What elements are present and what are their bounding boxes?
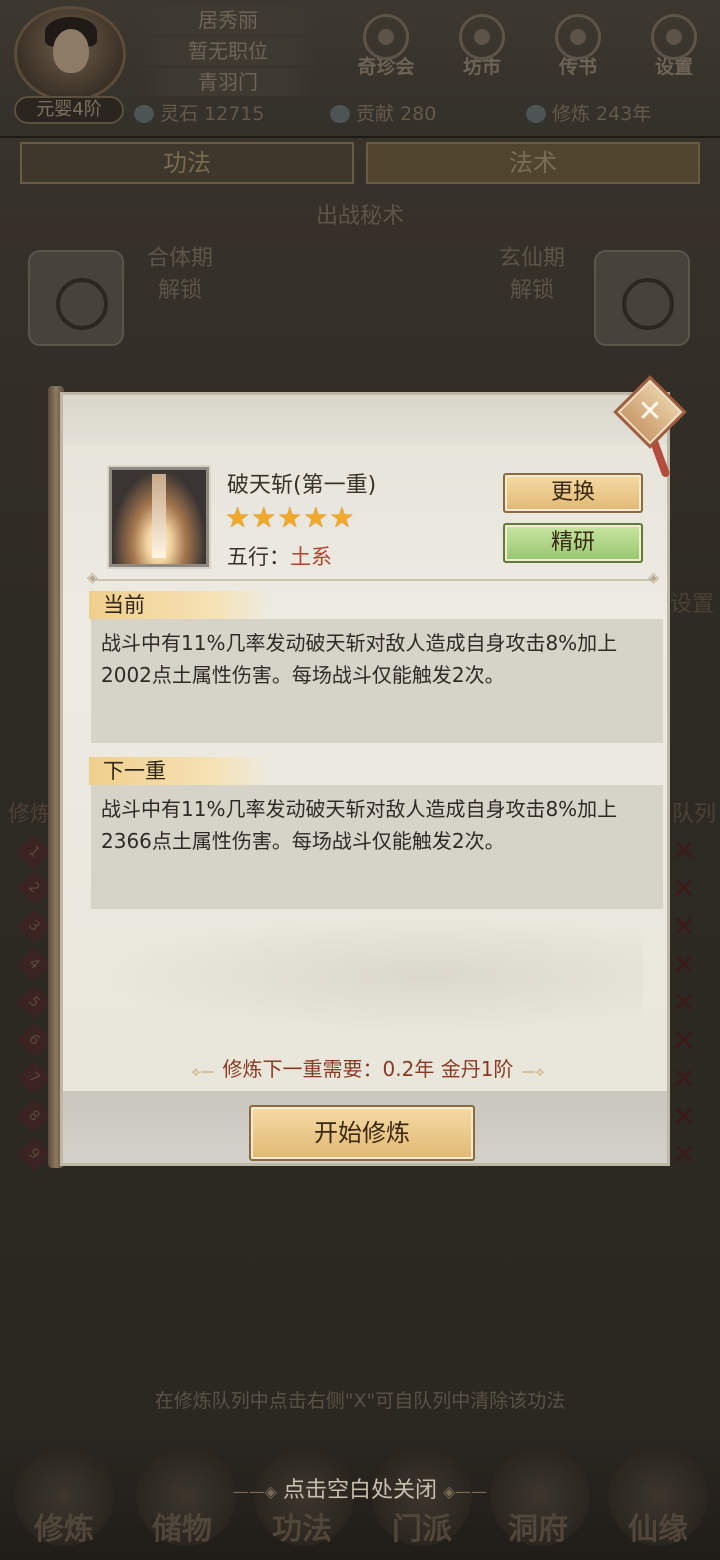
market-icon bbox=[459, 14, 505, 60]
battle-section-title: 出战秘术 bbox=[315, 204, 404, 229]
queue-remove-icon[interactable]: ✕ bbox=[672, 1027, 698, 1055]
close-hint[interactable]: ——◈ 点击空白处关闭 ◈—— bbox=[0, 1472, 720, 1504]
next-section-title: 下一重 bbox=[89, 757, 269, 785]
player-sect: 青羽门 bbox=[138, 68, 318, 96]
slot-1-stage: 合体期 bbox=[146, 246, 213, 271]
treasure-button[interactable]: 奇珍会 bbox=[350, 14, 422, 86]
queue-number: 8 bbox=[17, 1099, 51, 1133]
element-row: 五行：土系 bbox=[227, 541, 332, 571]
paper-top-band bbox=[63, 395, 667, 445]
queue-remove-icon[interactable]: ✕ bbox=[672, 989, 698, 1017]
letter-button[interactable]: 传书 bbox=[542, 14, 614, 86]
nav-label: 洞府 bbox=[508, 1512, 568, 1547]
skill-detail-modal: 破天斩(第一重) ★★★★★ 五行：土系 更换 精研 当前 战斗中有11%几率发… bbox=[48, 375, 687, 1168]
element-label: 五行： bbox=[227, 545, 290, 569]
ornament-icon: ——◈ bbox=[232, 1482, 277, 1501]
queue-number: 5 bbox=[17, 985, 51, 1019]
nav-label: 修炼 bbox=[34, 1512, 94, 1547]
queue-remove-icon[interactable]: ✕ bbox=[672, 951, 698, 979]
nav-label: 仙缘 bbox=[628, 1512, 688, 1547]
ornament-icon: —⟡ bbox=[521, 1064, 545, 1080]
cultivation-stat: 修炼 243年 bbox=[526, 100, 651, 128]
slot-2-stage: 玄仙期 bbox=[498, 246, 565, 271]
letter-icon bbox=[555, 14, 601, 60]
queue-remove-icon[interactable]: ✕ bbox=[672, 837, 698, 865]
treasure-icon bbox=[363, 14, 409, 60]
queue-remove-icon[interactable]: ✕ bbox=[672, 913, 698, 941]
light-beam bbox=[152, 474, 166, 558]
change-button[interactable]: 更换 bbox=[503, 473, 643, 513]
skill-name: 破天斩(第一重) bbox=[227, 473, 377, 498]
settings-button[interactable]: 设置 bbox=[638, 14, 710, 86]
player-avatar[interactable] bbox=[14, 6, 126, 102]
queue-hint: 在修炼队列中点击右侧"X"可自队列中清除该功法 bbox=[154, 1390, 566, 1412]
queue-number: 3 bbox=[17, 909, 51, 943]
ornament-icon: ◈—— bbox=[443, 1482, 488, 1501]
requirement-text: 修炼下一重需要：0.2年 金丹1阶 bbox=[222, 1057, 514, 1081]
start-cultivate-button[interactable]: 开始修炼 bbox=[249, 1105, 475, 1161]
skill-icon bbox=[109, 467, 209, 567]
close-hint-text: 点击空白处关闭 bbox=[282, 1478, 437, 1503]
scroll-paper: 破天斩(第一重) ★★★★★ 五行：土系 更换 精研 当前 战斗中有11%几率发… bbox=[60, 392, 670, 1166]
battle-slot-1[interactable] bbox=[28, 250, 124, 346]
queue-remove-icon[interactable]: ✕ bbox=[672, 875, 698, 903]
realm-badge: 元婴4阶 bbox=[14, 96, 124, 124]
queue-remove-icon[interactable]: ✕ bbox=[672, 1065, 698, 1093]
queue-remove-icon[interactable]: ✕ bbox=[672, 1103, 698, 1131]
close-icon: ✕ bbox=[637, 394, 663, 429]
element-value: 土系 bbox=[290, 545, 332, 569]
current-section-title: 当前 bbox=[89, 591, 269, 619]
queue-label-right: 队列 bbox=[672, 802, 717, 827]
market-button[interactable]: 坊市 bbox=[446, 14, 518, 86]
nav-label: 储物 bbox=[152, 1512, 212, 1547]
player-name: 居秀丽 bbox=[138, 6, 318, 34]
avatar-face bbox=[53, 29, 89, 73]
current-description: 战斗中有11%几率发动破天斩对敌人造成自身攻击8%加上2002点土属性伤害。每场… bbox=[91, 619, 663, 743]
queue-number: 2 bbox=[17, 871, 51, 905]
contribution-stat: 贡献 280 bbox=[330, 100, 436, 128]
refine-button[interactable]: 精研 bbox=[503, 523, 643, 563]
nav-label: 门派 bbox=[392, 1512, 452, 1547]
requirement-row: ⟡— 修炼下一重需要：0.2年 金丹1阶 —⟡ bbox=[63, 1053, 673, 1082]
ornament-icon: ⟡— bbox=[191, 1064, 215, 1080]
battle-slot-2[interactable] bbox=[594, 250, 690, 346]
queue-number: 6 bbox=[17, 1023, 51, 1057]
tab-gongfa[interactable]: 功法 bbox=[20, 142, 354, 184]
queue-number: 1 bbox=[17, 835, 51, 869]
queue-label-left: 修炼 bbox=[8, 802, 53, 827]
queue-number: 4 bbox=[17, 947, 51, 981]
gear-icon bbox=[651, 14, 697, 60]
star-rating: ★★★★★ bbox=[225, 501, 356, 534]
header: 元婴4阶 居秀丽 暂无职位 青羽门 奇珍会 坊市 传书 设置 灵石 12715 … bbox=[0, 0, 720, 138]
slot-1-status: 解锁 bbox=[157, 278, 202, 303]
tab-fashu[interactable]: 法术 bbox=[366, 142, 700, 184]
queue-number: 7 bbox=[17, 1061, 51, 1095]
queue-settings-link[interactable]: 设置 bbox=[670, 586, 714, 618]
next-description: 战斗中有11%几率发动破天斩对敌人造成自身攻击8%加上2366点土属性伤害。每场… bbox=[91, 785, 663, 909]
ink-wash-decoration bbox=[103, 915, 643, 1035]
spirit-stone-stat: 灵石 12715 bbox=[134, 100, 264, 128]
slot-2-status: 解锁 bbox=[509, 278, 554, 303]
queue-remove-icon[interactable]: ✕ bbox=[672, 1141, 698, 1169]
player-position: 暂无职位 bbox=[138, 37, 318, 65]
nav-label: 功法 bbox=[272, 1512, 332, 1547]
section-divider bbox=[87, 570, 659, 586]
queue-number: 9 bbox=[17, 1137, 51, 1171]
